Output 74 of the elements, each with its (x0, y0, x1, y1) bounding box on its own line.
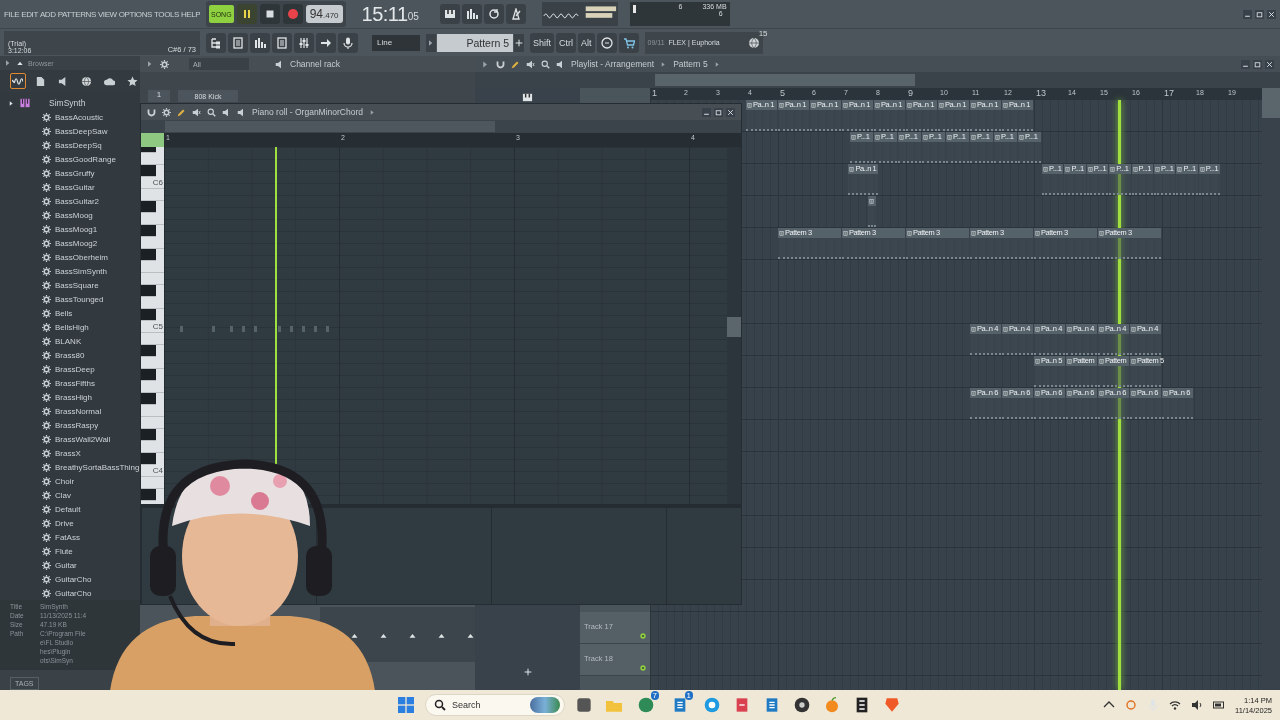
channel-number: 1 (148, 90, 170, 102)
preset-item[interactable]: BrassWall2Wall (0, 432, 140, 446)
preset-item[interactable]: BrassFifths (0, 376, 140, 390)
notification-badge: 7 (650, 691, 659, 700)
preset-item[interactable]: Flute (0, 544, 140, 558)
preset-item[interactable]: BassGruffy (0, 166, 140, 180)
window-title: Channel rack (290, 59, 341, 69)
key-label: C5 (152, 322, 163, 332)
preset-item[interactable]: BassDeepSaw (0, 124, 140, 138)
tempo-fraction: .470 (323, 11, 339, 20)
modifier-key[interactable]: Alt (578, 32, 595, 53)
preset-item[interactable]: BLANK (0, 334, 140, 348)
key-label: C4 (152, 466, 163, 476)
preset-item[interactable]: FatAss (0, 530, 140, 544)
preset-item[interactable]: BassAcoustic (0, 110, 140, 124)
menu-item[interactable]: TOOLS (154, 9, 179, 19)
preset-item[interactable]: BassMoog2 (0, 236, 140, 250)
search-field[interactable]: Search (425, 694, 565, 716)
preset-item[interactable]: BassTounged (0, 292, 140, 306)
song-time-centiseconds: 05 (407, 10, 419, 22)
tempo-display[interactable]: 94.470 (305, 5, 343, 23)
key-label: C6 (152, 178, 163, 188)
menu-item[interactable]: FILE (4, 9, 20, 19)
preset-item[interactable]: BrassRaspy (0, 418, 140, 432)
preset-item[interactable]: BrassDeep (0, 362, 140, 376)
preset-item[interactable]: BrassX (0, 446, 140, 460)
pattern-title: Pattern 5 (673, 59, 708, 69)
preset-item[interactable]: GuitarCho (0, 586, 140, 600)
menu-item[interactable]: HELP (181, 9, 200, 19)
modifier-key[interactable]: Shift (530, 32, 554, 53)
taskbar-app[interactable]: 1 (667, 691, 693, 719)
preset-item[interactable]: BassDeepSq (0, 138, 140, 152)
song-time: 15:11 (361, 2, 408, 26)
bar-number: 17 (1164, 88, 1174, 98)
pattern-selector[interactable]: Pattern 5 (437, 33, 513, 52)
preset-item[interactable]: BellsHigh (0, 320, 140, 334)
news-count: 15 (758, 28, 768, 38)
window-title: Piano roll - OrganMinorChord (252, 107, 364, 117)
menu-item[interactable]: PATTERNS (57, 9, 96, 19)
preset-item[interactable]: BreathySortaBassThing (0, 460, 140, 474)
preset-item[interactable]: BassMoog1 (0, 222, 140, 236)
bar-number: 5 (780, 88, 785, 98)
preset-item[interactable]: Choir (0, 474, 140, 488)
preset-item[interactable]: Guitar (0, 558, 140, 572)
bar-number: 1 (652, 88, 657, 98)
preset-item[interactable]: BassGuitar (0, 180, 140, 194)
tempo-value: 94 (309, 7, 323, 21)
menu-item[interactable]: EDIT (21, 9, 38, 19)
snap-dropdown[interactable]: Line (372, 34, 420, 51)
preset-item[interactable]: BassSimSynth (0, 264, 140, 278)
bar-number: 13 (1036, 88, 1046, 98)
menu-item[interactable]: VIEW (97, 9, 117, 19)
preset-item[interactable]: BrassNormal (0, 404, 140, 418)
preset-item[interactable]: BassOberheim (0, 250, 140, 264)
modifier-key[interactable]: Ctrl (556, 32, 576, 53)
taskbar-app[interactable]: 7 (633, 691, 659, 719)
preset-item[interactable]: Clav (0, 488, 140, 502)
bar-number: 9 (908, 88, 913, 98)
preset-item[interactable]: BassMoog (0, 208, 140, 222)
menu-item[interactable]: OPTIONS (118, 9, 152, 19)
preset-item[interactable]: BassGoodRange (0, 152, 140, 166)
browser-folder[interactable]: SimSynth (0, 96, 140, 110)
preset-item[interactable]: GuitarCho (0, 572, 140, 586)
preset-item[interactable]: BrassHigh (0, 390, 140, 404)
preset-item[interactable]: Brass80 (0, 348, 140, 362)
piano-keyboard[interactable]: C6 C5 C4 (141, 147, 164, 504)
preset-item[interactable]: BassSquare (0, 278, 140, 292)
preset-item[interactable]: BassGuitar2 (0, 194, 140, 208)
menu-item[interactable]: ADD (39, 9, 56, 19)
preset-item[interactable]: Bells (0, 306, 140, 320)
preset-item[interactable]: Drive (0, 516, 140, 530)
window-title: Playlist - Arrangement (571, 59, 655, 69)
preset-item[interactable]: Default (0, 502, 140, 516)
notification-badge: 1 (684, 691, 693, 700)
